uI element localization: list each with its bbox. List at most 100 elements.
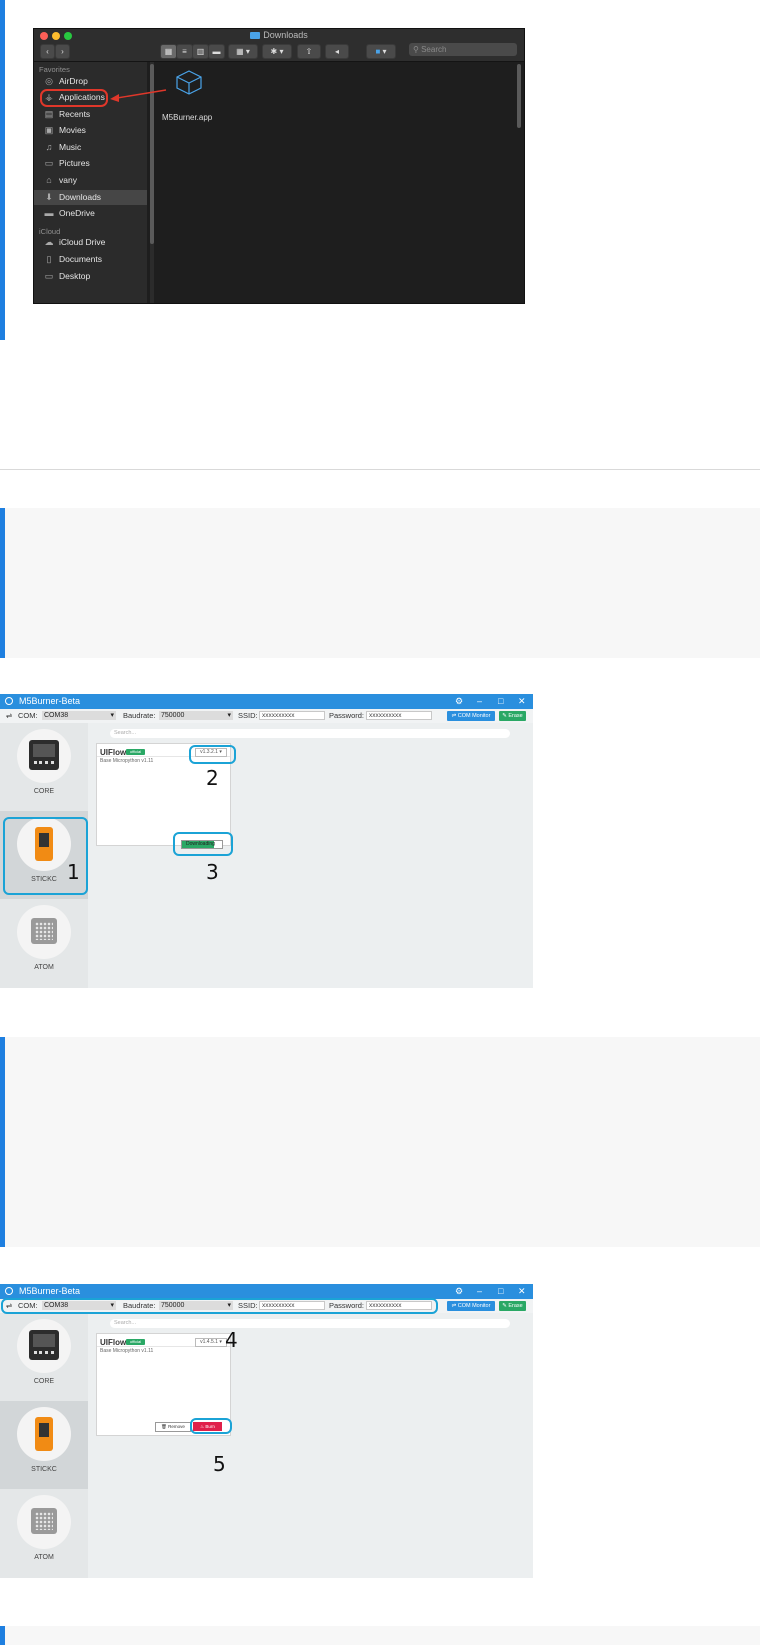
finder-titlebar: Downloads ‹ › ▦ ≡ ▥ ▬ ▦ ▾ ✱ ▾ ⇧ ◂ ■ ▾ ⚲ … — [34, 29, 524, 62]
minimize-icon[interactable]: – — [477, 1284, 482, 1299]
settings-icon[interactable]: ⚙ — [455, 1284, 463, 1299]
erase-label: Erase — [508, 1303, 523, 1309]
drag-arrow-icon — [110, 89, 167, 102]
annotation-number-3: 3 — [206, 860, 219, 884]
version-value: v1.4.5.1 — [200, 1339, 218, 1345]
close-icon[interactable]: ✕ — [518, 694, 526, 709]
highlight-box-burn — [190, 1418, 232, 1434]
device-atom[interactable]: ATOM — [0, 899, 88, 987]
maximize-icon[interactable]: □ — [498, 1284, 503, 1299]
recents-icon: ▤ — [44, 109, 54, 119]
list-view-button[interactable]: ≡ — [176, 44, 193, 59]
minimize-icon[interactable]: – — [477, 694, 482, 709]
search-icon: ⚲ — [413, 45, 419, 54]
desktop-icon: ▭ — [44, 271, 54, 281]
pictures-icon: ▭ — [44, 158, 54, 168]
app-file-name[interactable]: M5Burner.app — [162, 113, 212, 122]
icon-view-button[interactable]: ▦ — [160, 44, 177, 59]
m5burner-logo-icon — [5, 697, 13, 705]
forward-button[interactable]: › — [55, 44, 70, 59]
device-stickc[interactable]: STICKC — [0, 1401, 88, 1489]
app-title: M5Burner-Beta — [19, 1286, 81, 1296]
com-label: COM: — [18, 711, 38, 720]
version-select[interactable]: v1.4.5.1 ▾ — [195, 1338, 227, 1347]
dropbox-button[interactable]: ■ ▾ — [366, 44, 396, 59]
folder-icon — [250, 32, 261, 39]
settings-icon[interactable]: ⚙ — [455, 694, 463, 709]
note-block-1 — [0, 508, 760, 658]
highlight-box-connection — [1, 1298, 438, 1314]
trash-icon: 🗑 — [161, 1424, 167, 1429]
annotation-number-4: 4 — [225, 1328, 238, 1352]
baudrate-select[interactable]: 750000 ▾ — [159, 711, 233, 720]
device-label: ATOM — [34, 1554, 54, 1561]
device-atom-image — [17, 1495, 71, 1549]
tags-button[interactable]: ◂ — [325, 44, 349, 59]
app-bundle-icon[interactable] — [174, 69, 204, 95]
group-by-button[interactable]: ▦ ▾ — [228, 44, 258, 59]
password-label: Password: — [329, 711, 365, 720]
official-badge: official — [126, 1339, 145, 1345]
airdrop-icon: ◎ — [45, 76, 53, 86]
back-button[interactable]: ‹ — [40, 44, 55, 59]
device-atom[interactable]: ATOM — [0, 1489, 88, 1577]
device-label: CORE — [33, 788, 55, 795]
com-monitor-button[interactable]: ⇌ COM Monitor — [447, 711, 495, 721]
folder-icon: ▬ — [44, 208, 54, 218]
sidebar-item-music[interactable]: ♫ Music — [34, 140, 147, 155]
ssid-label: SSID: — [238, 711, 258, 720]
sidebar-item-movies[interactable]: ▣ Movies — [34, 123, 147, 138]
device-stickc-image — [17, 1407, 71, 1461]
device-core-image — [17, 1319, 71, 1373]
annotation-number-5: 5 — [213, 1452, 226, 1476]
m5burner-window-1: M5Burner-Beta ⚙ – □ ✕ ⇌ COM: COM38 ▾ Baud… — [0, 694, 533, 988]
device-label: STICKC — [31, 1466, 57, 1473]
com-monitor-button[interactable]: ⇌ COM Monitor — [447, 1301, 495, 1311]
com-value: COM38 — [44, 712, 69, 719]
password-input[interactable]: xxxxxxxxxx — [366, 711, 432, 720]
column-view-button[interactable]: ▥ — [192, 44, 209, 59]
usb-icon: ⇌ — [6, 711, 13, 720]
com-monitor-label: COM Monitor — [457, 1303, 491, 1309]
connection-toolbar: ⇌ COM: COM38 ▾ Baudrate: 750000 ▾ SSID: xx… — [0, 709, 533, 723]
finder-search-field[interactable]: ⚲ Search — [409, 43, 517, 56]
highlight-box-3 — [173, 832, 233, 856]
annotation-number-2: 2 — [206, 766, 219, 790]
search-placeholder: Search — [421, 45, 447, 54]
highlight-box-2 — [189, 745, 236, 764]
ssid-input[interactable]: xxxxxxxxxx — [259, 711, 325, 720]
action-gear-button[interactable]: ✱ ▾ — [262, 44, 292, 59]
close-icon[interactable]: ✕ — [518, 1284, 526, 1299]
downloads-icon: ⬇ — [45, 192, 53, 202]
device-sidebar: CORE STICKC ATOM — [0, 1313, 88, 1578]
remove-label: Remove — [168, 1424, 185, 1429]
erase-button[interactable]: ✎ Erase — [499, 711, 526, 721]
sidebar-item-recents[interactable]: ▤ Recents — [34, 107, 147, 122]
sidebar-item-pictures[interactable]: ▭ Pictures — [34, 156, 147, 171]
erase-label: Erase — [508, 713, 523, 719]
erase-button[interactable]: ✎ Erase — [499, 1301, 526, 1311]
gallery-view-button[interactable]: ▬ — [208, 44, 225, 59]
sidebar-item-onedrive[interactable]: ▬ OneDrive — [34, 206, 147, 221]
home-icon: ⌂ — [46, 175, 52, 185]
sidebar-item-documents[interactable]: ▯ Documents — [34, 252, 147, 267]
m5burner-logo-icon — [5, 1287, 13, 1295]
sidebar-item-desktop[interactable]: ▭ Desktop — [34, 269, 147, 284]
com-select[interactable]: COM38 ▾ — [42, 711, 116, 720]
firmware-search-input[interactable]: Search... — [110, 1319, 510, 1328]
share-button[interactable]: ⇧ — [297, 44, 321, 59]
content-scrollbar[interactable] — [517, 62, 521, 303]
sidebar-item-vany[interactable]: ⌂ vany — [34, 173, 147, 188]
horizontal-divider — [0, 469, 760, 470]
dropdown-arrow-icon: ▾ — [227, 712, 231, 719]
device-core[interactable]: CORE — [0, 1313, 88, 1401]
remove-button[interactable]: 🗑 Remove — [155, 1422, 191, 1432]
sidebar-item-downloads[interactable]: ⬇ Downloads — [34, 190, 147, 205]
note-block-1-accent-bar — [0, 508, 5, 658]
maximize-icon[interactable]: □ — [498, 694, 503, 709]
firmware-search-input[interactable]: Search... — [110, 729, 510, 738]
sidebar-item-icloud-drive[interactable]: ☁ iCloud Drive — [34, 235, 147, 250]
baudrate-value: 750000 — [161, 712, 185, 719]
documents-icon: ▯ — [46, 254, 52, 264]
device-core[interactable]: CORE — [0, 723, 88, 811]
